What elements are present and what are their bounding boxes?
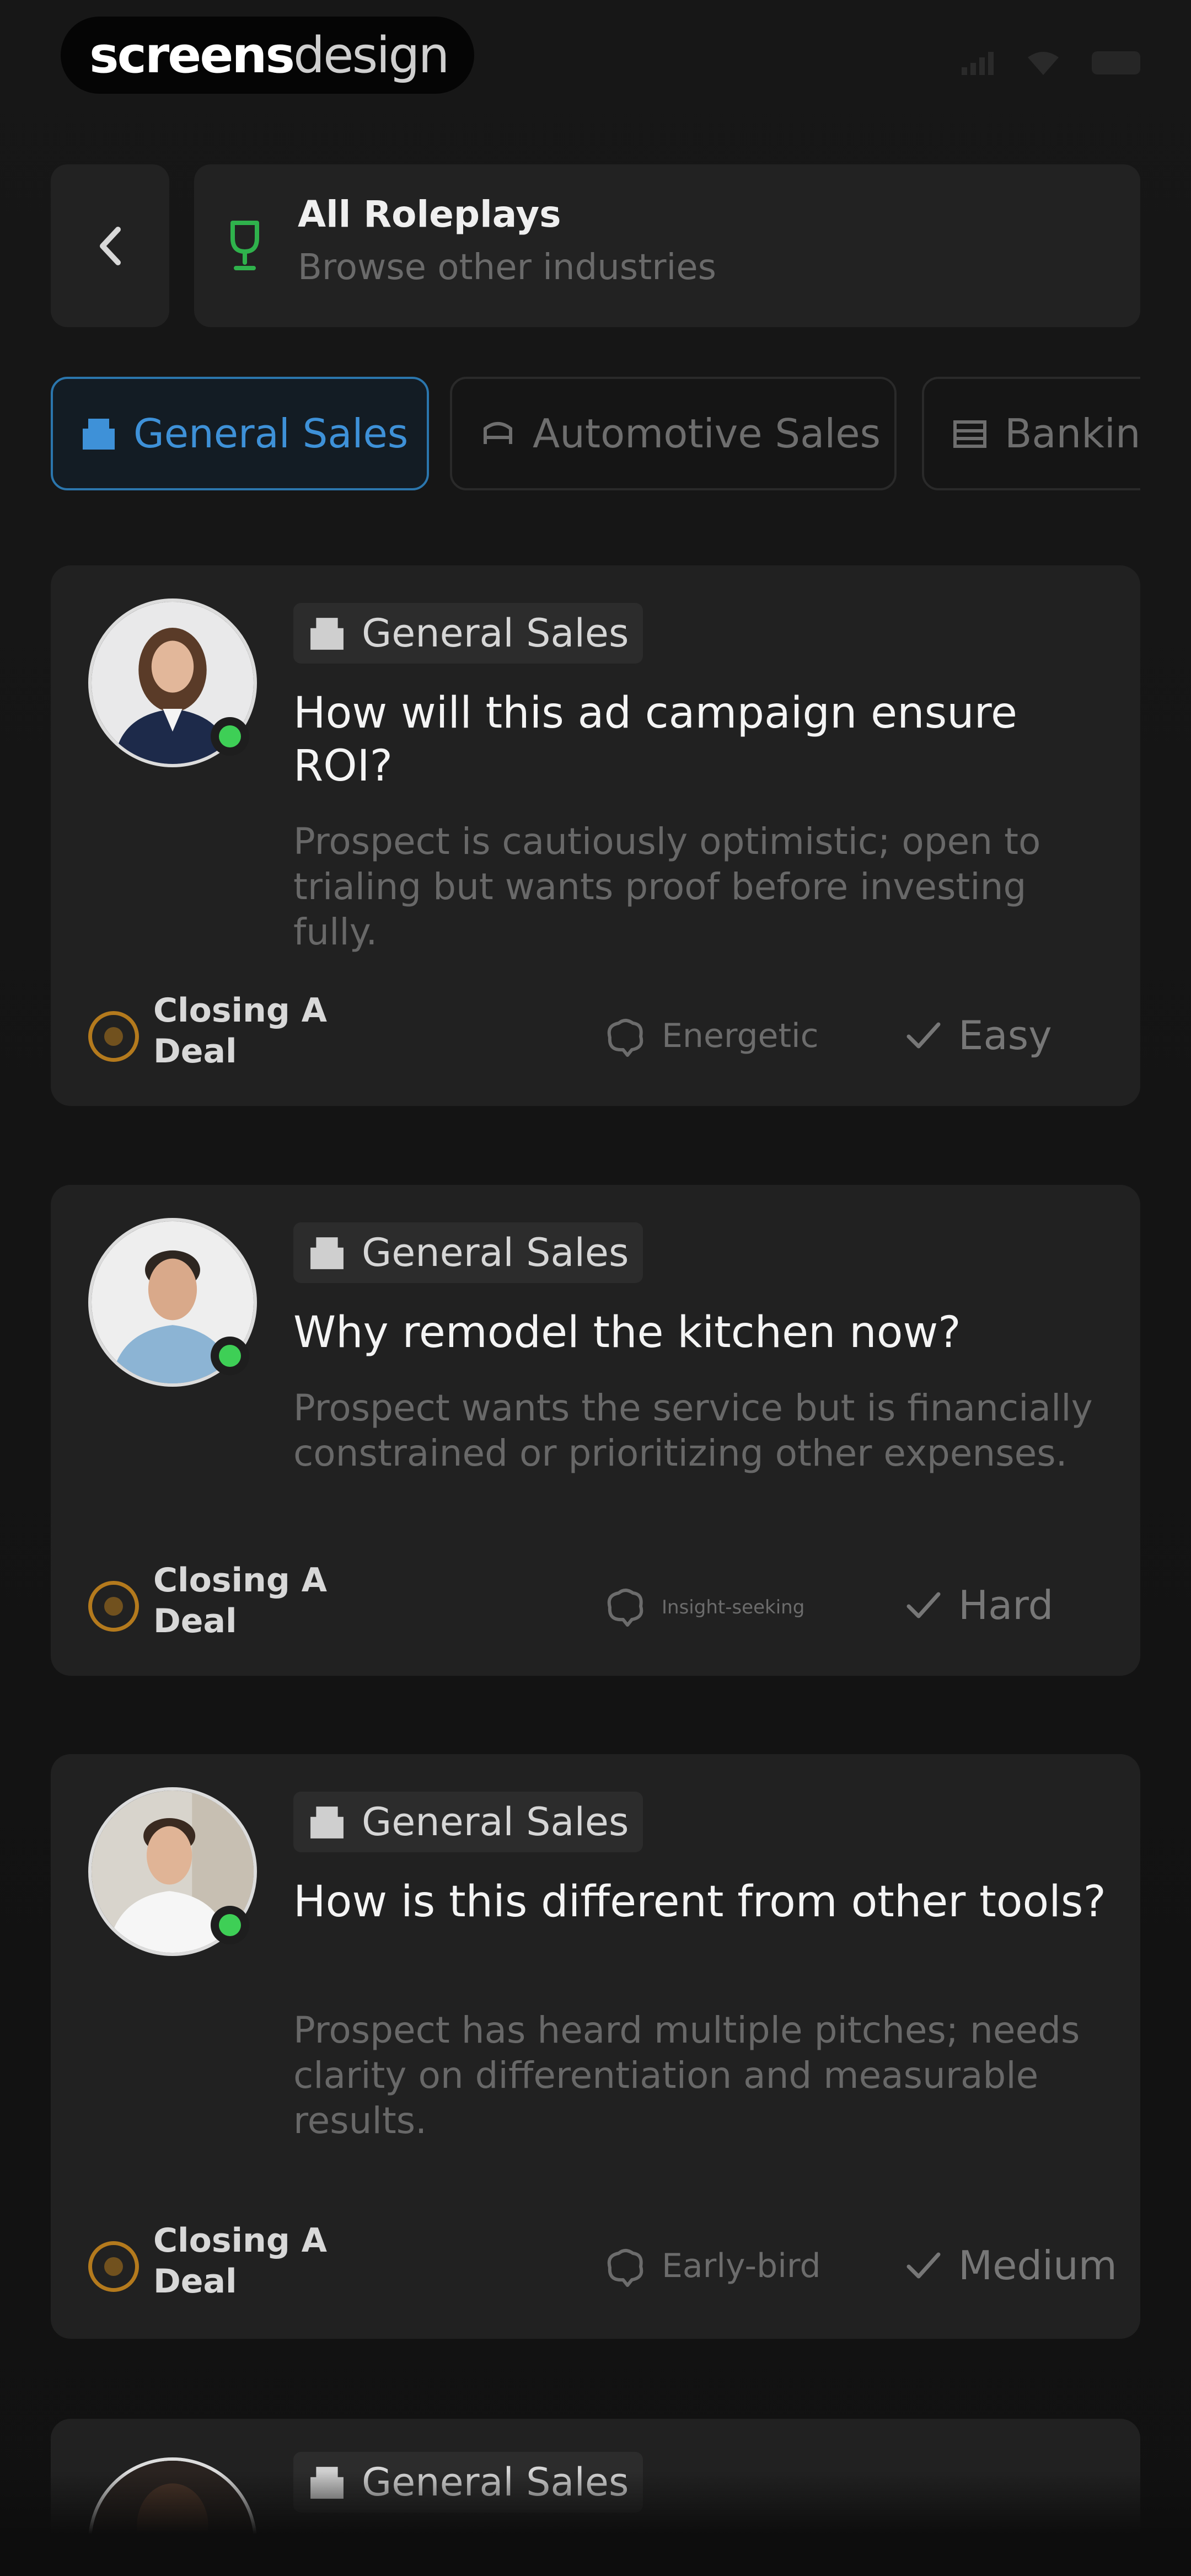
industry-tag-label: General Sales bbox=[362, 611, 629, 656]
building-icon bbox=[310, 618, 344, 650]
brain-icon bbox=[607, 1019, 643, 1057]
check-icon bbox=[906, 1592, 941, 1618]
roleplay-meta: Closing A Deal Energetic Easy bbox=[88, 990, 1103, 1073]
roleplay-meta: Closing A Deal Early-bird Medium bbox=[88, 2220, 1117, 2303]
industry-tag: General Sales bbox=[293, 603, 643, 664]
roleplay-description: Prospect wants the service but is financ… bbox=[293, 1387, 1093, 1474]
mood-label: Early-bird bbox=[662, 2247, 821, 2285]
filter-chip-label: Bankin bbox=[1005, 410, 1140, 457]
filter-chip-automotive-sales[interactable]: Automotive Sales bbox=[450, 377, 897, 490]
online-status-indicator bbox=[211, 1337, 249, 1375]
header-title: All Roleplays bbox=[298, 193, 561, 236]
difficulty-label: Hard bbox=[958, 1582, 1054, 1628]
trophy-icon bbox=[230, 221, 259, 270]
online-status-indicator bbox=[211, 1906, 249, 1944]
online-status-indicator bbox=[211, 717, 249, 756]
header-subtitle: Browse other industries bbox=[298, 247, 716, 288]
mood-label: Insight-seeking bbox=[662, 1596, 805, 1618]
goal-icon bbox=[88, 2241, 139, 2292]
all-roleplays-link[interactable]: All Roleplays Browse other industries bbox=[194, 164, 1140, 327]
industry-tag-label: General Sales bbox=[362, 1230, 629, 1275]
roleplay-card[interactable]: General Sales How will this ad campaign … bbox=[51, 565, 1140, 1106]
industry-tag: General Sales bbox=[293, 1222, 643, 1283]
brain-icon bbox=[607, 2249, 643, 2287]
roleplay-description: Prospect is cautiously optimistic; open … bbox=[293, 820, 1041, 953]
brain-icon bbox=[607, 1589, 643, 1627]
difficulty-label: Medium bbox=[958, 2242, 1117, 2289]
brand-logo: screens design bbox=[61, 17, 474, 94]
wifi-icon bbox=[1028, 52, 1059, 75]
goal-label: Closing A Deal bbox=[153, 1561, 328, 1640]
app-screen: screens design All Roleplays Browse other… bbox=[0, 0, 1191, 2576]
building-icon bbox=[310, 1807, 344, 1839]
goal-icon bbox=[88, 1581, 139, 1632]
back-button[interactable] bbox=[51, 164, 169, 327]
industry-filter-row[interactable]: General Sales Automotive Sales Bankin bbox=[51, 377, 1140, 493]
bottom-fade bbox=[0, 2471, 1191, 2576]
roleplay-card[interactable]: General Sales How is this different from… bbox=[51, 1754, 1140, 2339]
filter-chip-banking[interactable]: Bankin bbox=[922, 377, 1140, 490]
brand-logo-part2: design bbox=[293, 26, 450, 84]
chevron-left-icon bbox=[99, 226, 121, 265]
bank-icon bbox=[953, 420, 986, 448]
industry-tag-label: General Sales bbox=[362, 1799, 629, 1845]
building-icon bbox=[310, 1237, 344, 1269]
check-icon bbox=[906, 1022, 941, 1049]
goal-label: Closing A Deal bbox=[153, 2221, 328, 2301]
roleplay-description: Prospect has heard multiple pitches; nee… bbox=[293, 2009, 1080, 2142]
signal-icon bbox=[962, 52, 994, 75]
battery-icon bbox=[1092, 51, 1140, 74]
roleplay-question: How is this different from other tools? bbox=[293, 1877, 1106, 1927]
status-bar bbox=[961, 51, 1140, 75]
filter-chip-general-sales[interactable]: General Sales bbox=[51, 377, 429, 490]
industry-tag: General Sales bbox=[293, 1792, 643, 1852]
filter-chip-label: Automotive Sales bbox=[533, 410, 881, 457]
mood-label: Energetic bbox=[662, 1017, 819, 1055]
car-icon bbox=[484, 422, 512, 444]
goal-label: Closing A Deal bbox=[153, 991, 328, 1071]
roleplay-question: Why remodel the kitchen now? bbox=[293, 1308, 961, 1358]
roleplay-meta: Closing A Deal Insight-seeking Hard bbox=[88, 1560, 1103, 1643]
difficulty-label: Easy bbox=[958, 1012, 1052, 1059]
roleplay-card[interactable]: General Sales Why remodel the kitchen no… bbox=[51, 1185, 1140, 1676]
roleplay-question: How will this ad campaign ensure ROI? bbox=[293, 688, 1018, 791]
brand-logo-part1: screens bbox=[89, 26, 295, 84]
filter-chip-label: General Sales bbox=[133, 410, 409, 457]
building-icon bbox=[83, 419, 115, 450]
goal-icon bbox=[88, 1011, 139, 1062]
check-icon bbox=[906, 2252, 941, 2279]
